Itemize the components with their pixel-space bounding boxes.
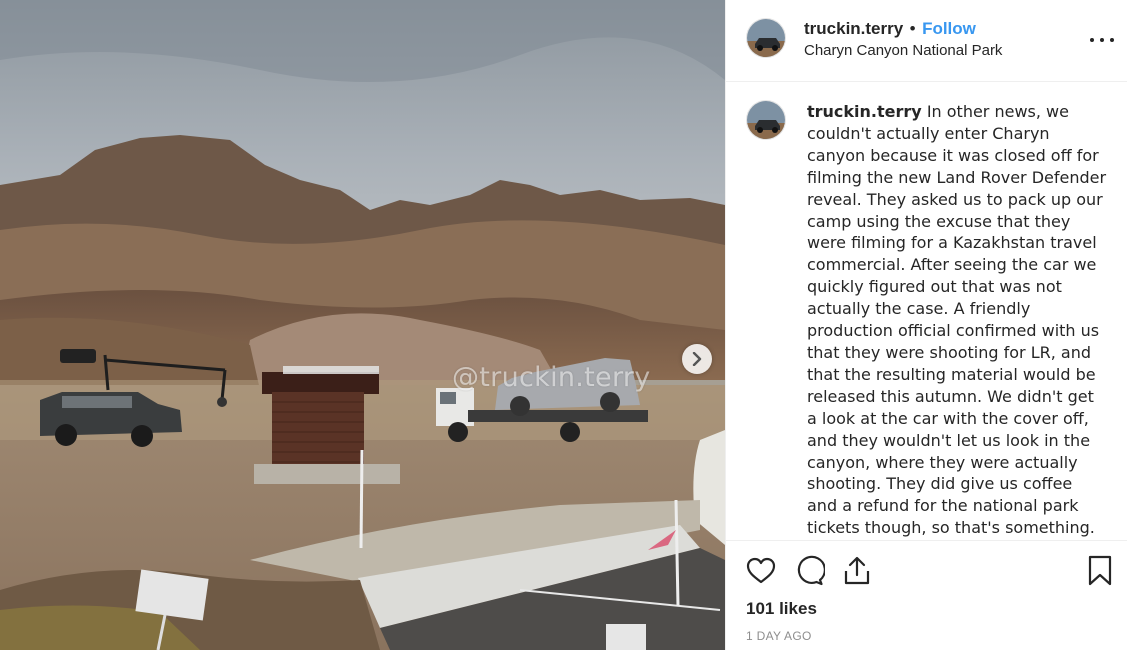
bookmark-icon bbox=[1088, 555, 1112, 586]
post-timestamp: 1 DAY AGO bbox=[746, 629, 812, 643]
follow-button[interactable]: Follow bbox=[922, 19, 976, 38]
more-options-icon bbox=[1090, 38, 1094, 42]
post-header: truckin.terry • Follow Charyn Canyon Nat… bbox=[726, 0, 1127, 82]
username-link[interactable]: truckin.terry bbox=[804, 19, 903, 38]
save-button[interactable] bbox=[1084, 555, 1116, 587]
likes-count[interactable]: 101 likes bbox=[746, 599, 817, 619]
post-actions: 101 likes 1 DAY AGO bbox=[726, 540, 1127, 650]
more-options-button[interactable] bbox=[1090, 33, 1114, 47]
caption-avatar[interactable] bbox=[746, 100, 786, 140]
caption-username-link[interactable]: truckin.terry bbox=[807, 102, 922, 121]
caption-text: truckin.terry In other news, we couldn't… bbox=[807, 101, 1107, 539]
share-icon bbox=[844, 556, 870, 585]
caption-area: truckin.terry In other news, we couldn't… bbox=[726, 83, 1127, 540]
post-sidebar: truckin.terry • Follow Charyn Canyon Nat… bbox=[725, 0, 1127, 650]
share-button[interactable] bbox=[841, 555, 873, 587]
comment-icon bbox=[797, 555, 826, 586]
chevron-right-icon bbox=[692, 352, 702, 366]
post-photo[interactable]: @truckin.terry bbox=[0, 0, 725, 650]
watermark-text: @truckin.terry bbox=[452, 362, 651, 393]
landscape-photo bbox=[0, 0, 725, 650]
avatar-image bbox=[747, 101, 785, 139]
avatar[interactable] bbox=[746, 18, 786, 58]
next-photo-button[interactable] bbox=[682, 344, 712, 374]
heart-icon bbox=[746, 557, 776, 584]
comment-button[interactable] bbox=[793, 555, 826, 587]
avatar-image bbox=[747, 19, 785, 57]
separator-dot: • bbox=[909, 19, 916, 38]
location-link[interactable]: Charyn Canyon National Park bbox=[804, 42, 1002, 59]
caption-body: In other news, we couldn't actually ente… bbox=[807, 102, 1107, 538]
like-button[interactable] bbox=[745, 555, 777, 587]
